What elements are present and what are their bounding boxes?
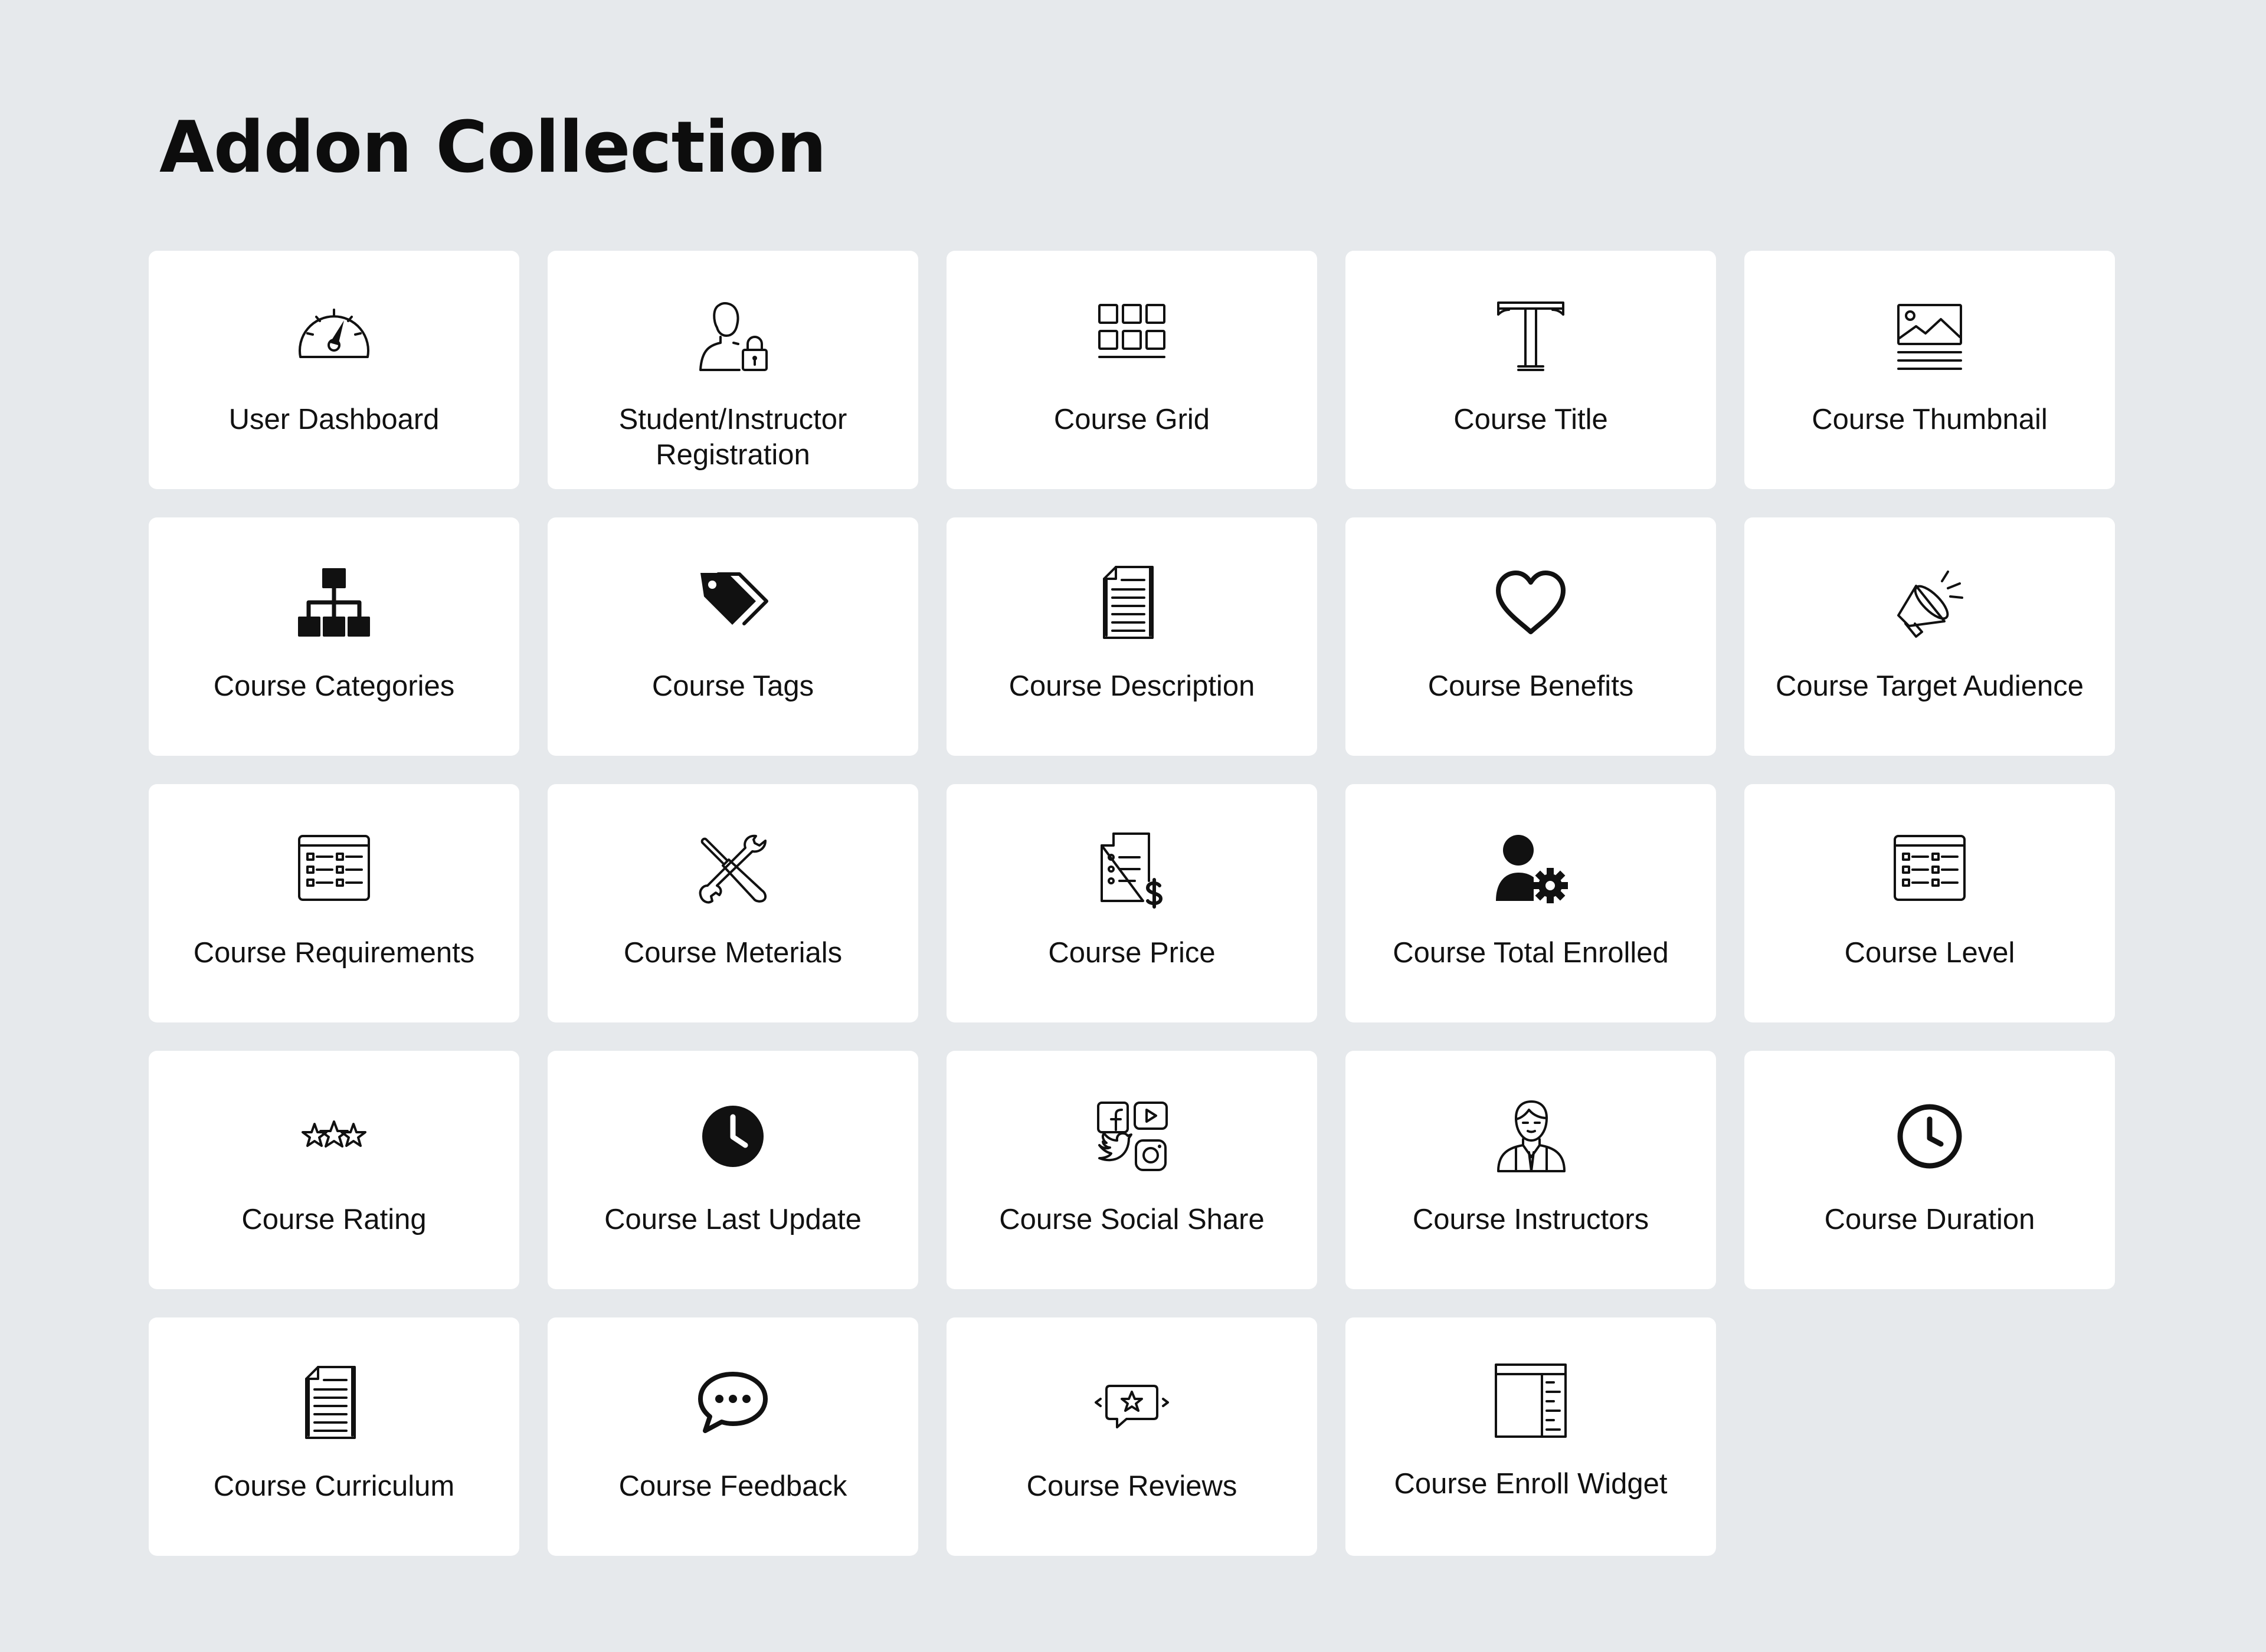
- addon-card-course-enroll-widget[interactable]: Course Enroll Widget: [1345, 1317, 1716, 1556]
- clock-outline-icon: [1891, 1098, 1968, 1175]
- addon-label: Course Categories: [213, 670, 455, 702]
- tools-icon: [695, 831, 771, 908]
- addon-label: Course Price: [1048, 937, 1216, 969]
- title-t-icon: [1492, 298, 1569, 375]
- addon-card-course-total-enrolled[interactable]: Course Total Enrolled: [1345, 784, 1716, 1022]
- addon-card-course-tags[interactable]: Course Tags: [548, 517, 918, 756]
- invoice-dollar-icon: [1093, 831, 1170, 909]
- page-title: Addon Collection: [159, 107, 827, 189]
- addon-label: Course Description: [1008, 670, 1255, 702]
- user-lock-icon: [695, 298, 771, 375]
- addon-label: Course Meterials: [623, 937, 843, 969]
- tags-icon: [695, 565, 771, 641]
- review-star-icon: [1093, 1365, 1170, 1441]
- addon-card-course-description[interactable]: Course Description: [947, 517, 1317, 756]
- addon-card-course-level[interactable]: Course Level: [1744, 784, 2115, 1022]
- checklist-panel-icon: [296, 831, 372, 908]
- addon-card-course-last-update[interactable]: Course Last Update: [548, 1051, 918, 1289]
- addon-card-course-duration[interactable]: Course Duration: [1744, 1051, 2115, 1289]
- addon-card-course-social-share[interactable]: Course Social Share: [947, 1051, 1317, 1289]
- addon-card-course-requirements[interactable]: Course Requirements: [149, 784, 519, 1022]
- clock-solid-icon: [695, 1098, 771, 1175]
- addon-label: Course Level: [1844, 937, 2015, 969]
- addon-card-course-price[interactable]: Course Price: [947, 784, 1317, 1022]
- hierarchy-icon: [296, 565, 372, 641]
- addon-label: Course Last Update: [604, 1204, 862, 1235]
- addon-card-course-grid[interactable]: Course Grid: [947, 251, 1317, 489]
- image-icon: [1891, 298, 1968, 375]
- user-gear-icon: [1492, 831, 1569, 908]
- addon-label: Course Duration: [1824, 1204, 2035, 1235]
- addon-card-course-target-audience[interactable]: Course Target Audience: [1744, 517, 2115, 756]
- addon-label: Course Rating: [241, 1204, 427, 1235]
- chat-bubble-icon: [695, 1365, 771, 1441]
- addon-card-course-rating[interactable]: Course Rating: [149, 1051, 519, 1289]
- addon-label: Course Total Enrolled: [1393, 937, 1669, 969]
- addon-label: Course Thumbnail: [1812, 404, 2048, 435]
- layout-widget-icon: [1492, 1362, 1569, 1439]
- addon-card-student-instructor-registration[interactable]: Student/Instructor Registration: [548, 251, 918, 489]
- addon-card-user-dashboard[interactable]: User Dashboard: [149, 251, 519, 489]
- addon-card-course-categories[interactable]: Course Categories: [149, 517, 519, 756]
- instructor-icon: [1492, 1098, 1569, 1175]
- addon-label: Course Social Share: [999, 1204, 1265, 1235]
- heart-icon: [1492, 565, 1569, 641]
- addon-card-course-curriculum[interactable]: Course Curriculum: [149, 1317, 519, 1556]
- addon-label: Course Grid: [1053, 404, 1210, 435]
- addon-card-course-thumbnail[interactable]: Course Thumbnail: [1744, 251, 2115, 489]
- addon-label: Course Enroll Widget: [1394, 1468, 1668, 1500]
- addon-card-course-feedback[interactable]: Course Feedback: [548, 1317, 918, 1556]
- addon-card-course-reviews[interactable]: Course Reviews: [947, 1317, 1317, 1556]
- megaphone-icon: [1891, 565, 1968, 641]
- addon-card-course-benefits[interactable]: Course Benefits: [1345, 517, 1716, 756]
- addon-label: Course Curriculum: [213, 1470, 455, 1502]
- addon-card-course-meterials[interactable]: Course Meterials: [548, 784, 918, 1022]
- addon-label: Course Reviews: [1026, 1470, 1237, 1502]
- stars-icon: [296, 1098, 372, 1175]
- addon-label: Student/Instructor Registration: [618, 404, 847, 471]
- addon-label: Course Target Audience: [1775, 670, 2084, 702]
- addon-label: Course Requirements: [193, 937, 475, 969]
- addon-card-course-instructors[interactable]: Course Instructors: [1345, 1051, 1716, 1289]
- addon-label: Course Benefits: [1427, 670, 1634, 702]
- grid-icon: [1093, 298, 1170, 375]
- curriculum-doc-icon: [296, 1365, 372, 1441]
- list-panel-icon: [1891, 831, 1968, 908]
- addon-label: Course Tags: [651, 670, 814, 702]
- social-icons-icon: [1093, 1098, 1170, 1175]
- addon-grid: User Dashboard Student/Instructor Regist…: [149, 251, 2117, 1556]
- document-icon: [1093, 565, 1170, 641]
- speedometer-icon: [296, 298, 372, 375]
- addon-label: User Dashboard: [228, 404, 440, 435]
- addon-label: Course Feedback: [618, 1470, 847, 1502]
- addon-card-course-title[interactable]: Course Title: [1345, 251, 1716, 489]
- addon-label: Course Instructors: [1412, 1204, 1649, 1235]
- addon-label: Course Title: [1453, 404, 1608, 435]
